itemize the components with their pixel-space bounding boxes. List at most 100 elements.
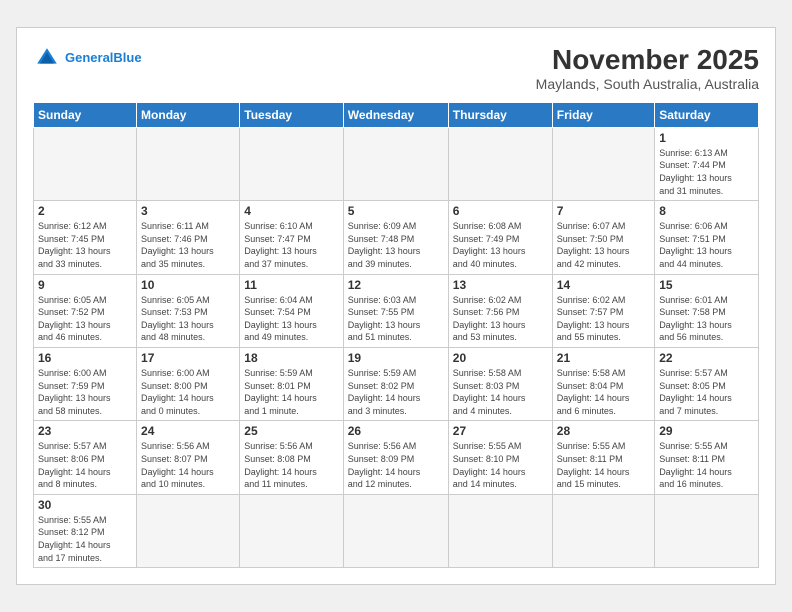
day-number: 1 xyxy=(659,131,754,145)
day-number: 25 xyxy=(244,424,338,438)
day-number: 14 xyxy=(557,278,650,292)
day-cell: 5 Sunrise: 6:09 AM Sunset: 7:48 PM Daylig… xyxy=(343,201,448,274)
week-row-4: 23 Sunrise: 5:57 AM Sunset: 8:06 PM Dayli… xyxy=(34,421,759,494)
day-cell: 30 Sunrise: 5:55 AM Sunset: 8:12 PM Dayli… xyxy=(34,494,137,567)
day-number: 20 xyxy=(453,351,548,365)
day-cell: 28Sunrise: 5:55 AM Sunset: 8:11 PM Dayli… xyxy=(552,421,654,494)
week-row-0: 1 Sunrise: 6:13 AM Sunset: 7:44 PM Daylig… xyxy=(34,127,759,200)
day-cell: 11 Sunrise: 6:04 AM Sunset: 7:54 PM Dayli… xyxy=(240,274,343,347)
day-info: Sunrise: 6:10 AM Sunset: 7:47 PM Dayligh… xyxy=(244,220,338,270)
day-info: Sunrise: 6:02 AM Sunset: 7:57 PM Dayligh… xyxy=(557,294,650,344)
day-number: 11 xyxy=(244,278,338,292)
day-cell: 3 Sunrise: 6:11 AM Sunset: 7:46 PM Daylig… xyxy=(137,201,240,274)
day-cell: 2Sunrise: 6:12 AM Sunset: 7:45 PM Daylig… xyxy=(34,201,137,274)
day-cell xyxy=(34,127,137,200)
day-number: 30 xyxy=(38,498,132,512)
day-info: Sunrise: 5:59 AM Sunset: 8:01 PM Dayligh… xyxy=(244,367,338,417)
day-cell: 17 Sunrise: 6:00 AM Sunset: 8:00 PM Dayli… xyxy=(137,348,240,421)
day-cell: 8Sunrise: 6:06 AM Sunset: 7:51 PM Daylig… xyxy=(655,201,759,274)
weekday-header-thursday: Thursday xyxy=(448,102,552,127)
header: GeneralBlue November 2025 Maylands, Sout… xyxy=(33,44,759,92)
day-info: Sunrise: 6:13 AM Sunset: 7:44 PM Dayligh… xyxy=(659,147,754,197)
day-cell: 25 Sunrise: 5:56 AM Sunset: 8:08 PM Dayli… xyxy=(240,421,343,494)
day-number: 17 xyxy=(141,351,235,365)
weekday-header-saturday: Saturday xyxy=(655,102,759,127)
day-info: Sunrise: 6:11 AM Sunset: 7:46 PM Dayligh… xyxy=(141,220,235,270)
day-number: 27 xyxy=(453,424,548,438)
week-row-2: 9Sunrise: 6:05 AM Sunset: 7:52 PM Daylig… xyxy=(34,274,759,347)
day-cell: 20 Sunrise: 5:58 AM Sunset: 8:03 PM Dayli… xyxy=(448,348,552,421)
day-number: 2 xyxy=(38,204,132,218)
weekday-header-sunday: Sunday xyxy=(34,102,137,127)
day-number: 3 xyxy=(141,204,235,218)
day-cell xyxy=(137,494,240,567)
day-cell: 13 Sunrise: 6:02 AM Sunset: 7:56 PM Dayli… xyxy=(448,274,552,347)
day-number: 6 xyxy=(453,204,548,218)
day-info: Sunrise: 5:55 AM Sunset: 8:10 PM Dayligh… xyxy=(453,440,548,490)
day-info: Sunrise: 5:55 AM Sunset: 8:12 PM Dayligh… xyxy=(38,514,132,564)
day-cell xyxy=(448,494,552,567)
day-info: Sunrise: 6:07 AM Sunset: 7:50 PM Dayligh… xyxy=(557,220,650,270)
title-block: November 2025 Maylands, South Australia,… xyxy=(536,44,759,92)
day-cell xyxy=(343,494,448,567)
day-number: 24 xyxy=(141,424,235,438)
day-cell: 21 Sunrise: 5:58 AM Sunset: 8:04 PM Dayli… xyxy=(552,348,654,421)
weekday-header-friday: Friday xyxy=(552,102,654,127)
week-row-5: 30 Sunrise: 5:55 AM Sunset: 8:12 PM Dayli… xyxy=(34,494,759,567)
day-number: 19 xyxy=(348,351,444,365)
day-info: Sunrise: 6:05 AM Sunset: 7:52 PM Dayligh… xyxy=(38,294,132,344)
day-info: Sunrise: 6:00 AM Sunset: 7:59 PM Dayligh… xyxy=(38,367,132,417)
day-cell: 10 Sunrise: 6:05 AM Sunset: 7:53 PM Dayli… xyxy=(137,274,240,347)
day-cell: 26Sunrise: 5:56 AM Sunset: 8:09 PM Dayli… xyxy=(343,421,448,494)
day-info: Sunrise: 6:09 AM Sunset: 7:48 PM Dayligh… xyxy=(348,220,444,270)
logo: GeneralBlue xyxy=(33,44,142,72)
day-info: Sunrise: 6:00 AM Sunset: 8:00 PM Dayligh… xyxy=(141,367,235,417)
day-number: 12 xyxy=(348,278,444,292)
day-number: 21 xyxy=(557,351,650,365)
day-cell: 18 Sunrise: 5:59 AM Sunset: 8:01 PM Dayli… xyxy=(240,348,343,421)
day-number: 10 xyxy=(141,278,235,292)
day-info: Sunrise: 5:57 AM Sunset: 8:05 PM Dayligh… xyxy=(659,367,754,417)
weekday-header-wednesday: Wednesday xyxy=(343,102,448,127)
logo-text: GeneralBlue xyxy=(65,50,142,66)
day-cell xyxy=(240,127,343,200)
day-cell: 14 Sunrise: 6:02 AM Sunset: 7:57 PM Dayli… xyxy=(552,274,654,347)
day-cell xyxy=(448,127,552,200)
day-cell: 22 Sunrise: 5:57 AM Sunset: 8:05 PM Dayli… xyxy=(655,348,759,421)
month-title: November 2025 xyxy=(536,44,759,76)
day-info: Sunrise: 6:04 AM Sunset: 7:54 PM Dayligh… xyxy=(244,294,338,344)
week-row-3: 16 Sunrise: 6:00 AM Sunset: 7:59 PM Dayli… xyxy=(34,348,759,421)
day-info: Sunrise: 5:59 AM Sunset: 8:02 PM Dayligh… xyxy=(348,367,444,417)
day-cell xyxy=(343,127,448,200)
day-cell: 27 Sunrise: 5:55 AM Sunset: 8:10 PM Dayli… xyxy=(448,421,552,494)
logo-general: General xyxy=(65,50,113,65)
day-cell: 23 Sunrise: 5:57 AM Sunset: 8:06 PM Dayli… xyxy=(34,421,137,494)
day-cell xyxy=(240,494,343,567)
day-info: Sunrise: 5:58 AM Sunset: 8:03 PM Dayligh… xyxy=(453,367,548,417)
day-number: 13 xyxy=(453,278,548,292)
day-cell xyxy=(655,494,759,567)
day-number: 29 xyxy=(659,424,754,438)
day-number: 15 xyxy=(659,278,754,292)
week-row-1: 2Sunrise: 6:12 AM Sunset: 7:45 PM Daylig… xyxy=(34,201,759,274)
day-number: 22 xyxy=(659,351,754,365)
day-number: 7 xyxy=(557,204,650,218)
day-number: 16 xyxy=(38,351,132,365)
day-cell xyxy=(552,494,654,567)
weekday-header-row: SundayMondayTuesdayWednesdayThursdayFrid… xyxy=(34,102,759,127)
logo-blue: Blue xyxy=(113,50,141,65)
day-number: 28 xyxy=(557,424,650,438)
day-info: Sunrise: 5:57 AM Sunset: 8:06 PM Dayligh… xyxy=(38,440,132,490)
day-cell: 16 Sunrise: 6:00 AM Sunset: 7:59 PM Dayli… xyxy=(34,348,137,421)
day-info: Sunrise: 5:56 AM Sunset: 8:08 PM Dayligh… xyxy=(244,440,338,490)
day-cell: 12Sunrise: 6:03 AM Sunset: 7:55 PM Dayli… xyxy=(343,274,448,347)
day-info: Sunrise: 5:56 AM Sunset: 8:09 PM Dayligh… xyxy=(348,440,444,490)
day-cell: 9Sunrise: 6:05 AM Sunset: 7:52 PM Daylig… xyxy=(34,274,137,347)
day-info: Sunrise: 6:02 AM Sunset: 7:56 PM Dayligh… xyxy=(453,294,548,344)
day-number: 18 xyxy=(244,351,338,365)
day-cell: 4Sunrise: 6:10 AM Sunset: 7:47 PM Daylig… xyxy=(240,201,343,274)
day-number: 5 xyxy=(348,204,444,218)
day-info: Sunrise: 6:05 AM Sunset: 7:53 PM Dayligh… xyxy=(141,294,235,344)
day-number: 23 xyxy=(38,424,132,438)
day-info: Sunrise: 5:58 AM Sunset: 8:04 PM Dayligh… xyxy=(557,367,650,417)
